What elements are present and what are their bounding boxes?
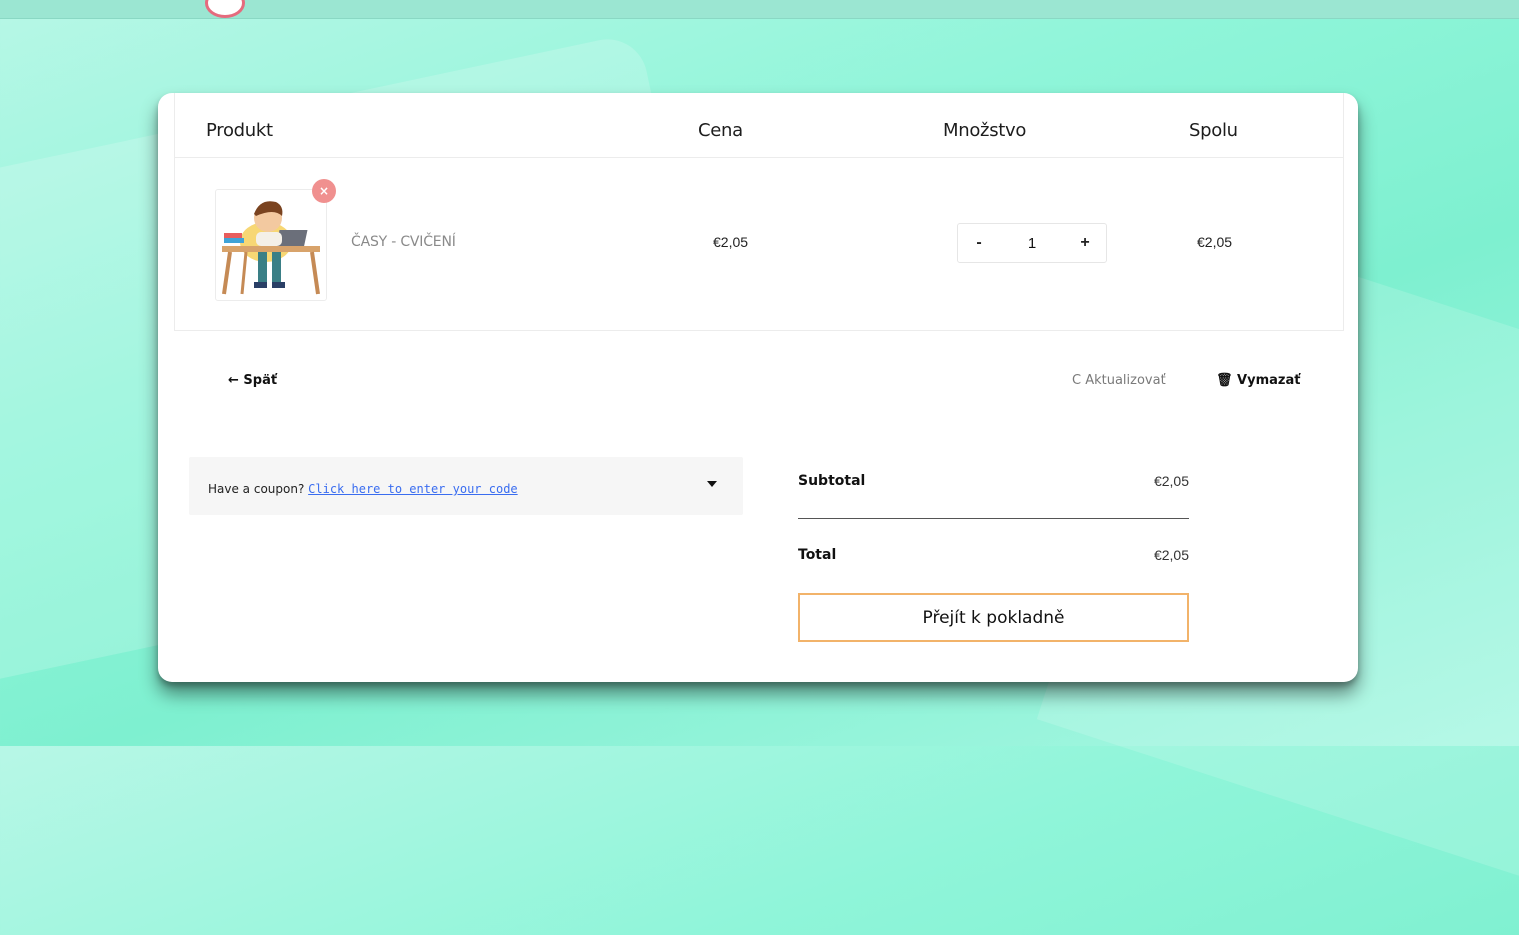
quantity-input[interactable] (1000, 224, 1064, 262)
subtotal-label: Subtotal (798, 473, 866, 489)
coupon-prompt-label: Have a coupon? (208, 482, 309, 496)
header-total: Spolu (1189, 120, 1238, 141)
total-value: €2,05 (1153, 547, 1189, 563)
boy-at-desk-illustration-icon (222, 201, 320, 295)
quantity-stepper: - + (957, 223, 1107, 263)
product-price: €2,05 (713, 234, 749, 250)
cart-card: Produkt Cena Množstvo Spolu × ČASY - CVI… (158, 93, 1358, 682)
checkout-button[interactable]: Přejít k pokladně (798, 593, 1189, 642)
quantity-increase-button[interactable]: + (1064, 224, 1106, 262)
row-total: €2,05 (1197, 234, 1233, 250)
quantity-decrease-button[interactable]: - (958, 224, 1000, 262)
total-label: Total (798, 547, 837, 563)
coupon-prompt: Have a coupon? Click here to enter your … (208, 482, 518, 496)
cart-totals: Subtotal €2,05 Total €2,05 Přejít k pokl… (798, 463, 1189, 643)
header-quantity: Množstvo (943, 120, 1027, 141)
product-name-link[interactable]: ČASY - CVIČENÍ (351, 234, 456, 250)
table-header-row: Produkt Cena Množstvo Spolu (175, 93, 1343, 158)
clear-cart-button[interactable]: 🗑 Vymazať (1216, 373, 1300, 388)
cart-actions: ← Späť C Aktualizovať 🗑 Vymazať (158, 361, 1358, 401)
update-cart-button[interactable]: C Aktualizovať (1072, 373, 1166, 388)
close-icon: × (318, 184, 330, 198)
totals-divider (798, 518, 1189, 519)
header-product: Produkt (206, 120, 273, 141)
remove-item-button[interactable]: × (312, 179, 336, 203)
header-price: Cena (698, 120, 743, 141)
cart-table: Produkt Cena Množstvo Spolu × ČASY - CVI… (174, 93, 1344, 331)
back-button[interactable]: ← Späť (228, 373, 277, 388)
subtotal-value: €2,05 (1153, 473, 1189, 489)
coupon-link[interactable]: Click here to enter your code (308, 482, 518, 496)
chevron-down-icon[interactable] (707, 481, 717, 487)
product-thumbnail[interactable] (215, 189, 327, 301)
coupon-toggle[interactable]: Have a coupon? Click here to enter your … (189, 457, 743, 515)
table-row: × ČASY - CVIČENÍ €2,05 - + €2,05 (175, 158, 1343, 330)
